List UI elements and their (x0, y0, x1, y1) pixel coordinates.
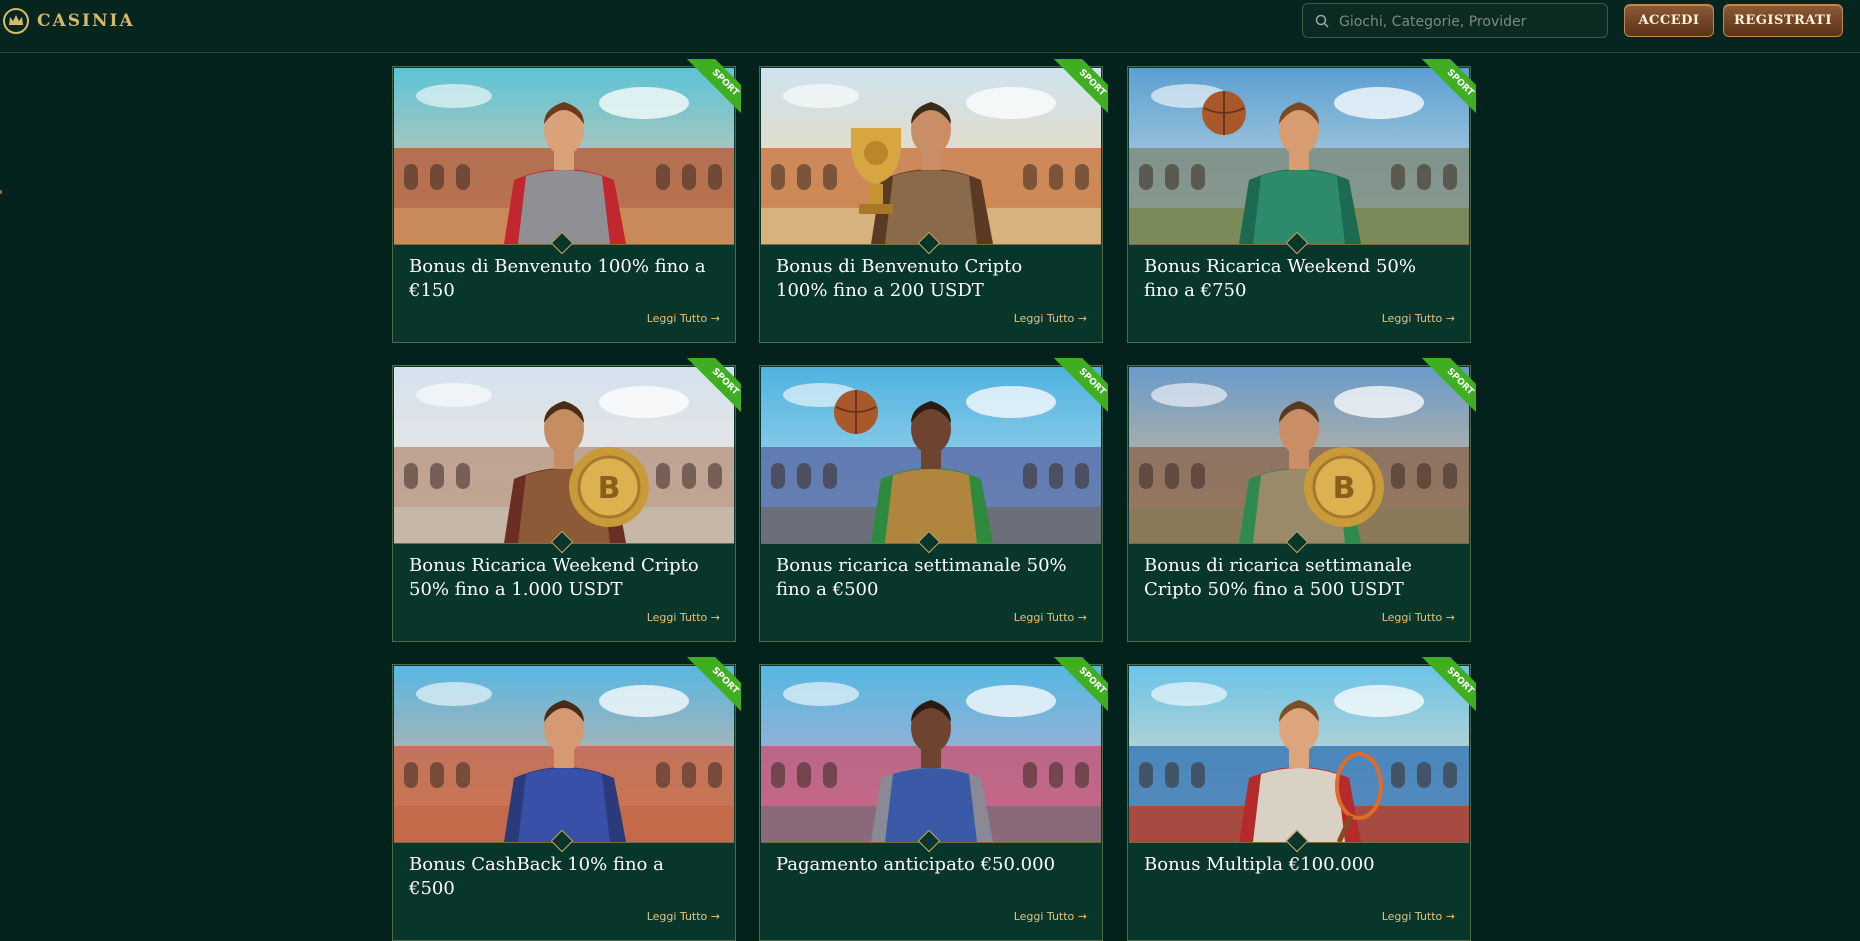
read-more-link[interactable]: Leggi Tutto → (647, 910, 720, 923)
logo-text: CASINIA (37, 11, 135, 31)
bonus-card[interactable]: SPORT Bonus di Benvenuto Cripto 100% fin… (759, 59, 1108, 343)
bonus-card-title: Bonus Ricarica Weekend Cripto 50% fino a… (409, 555, 699, 600)
bonus-card[interactable]: SPORT Bonus ricarica settimanale 50% fin… (759, 358, 1108, 642)
bonus-card[interactable]: SPORT Bonus di Benvenuto 100% fino a €15… (392, 59, 741, 343)
sport-badge-label: SPORT (1050, 59, 1108, 121)
search-input[interactable] (1337, 4, 1601, 39)
bonus-card-title: Bonus Ricarica Weekend 50% fino a €750 (1144, 256, 1416, 301)
sport-badge: SPORT (1414, 657, 1476, 719)
read-more-link[interactable]: Leggi Tutto → (1382, 611, 1455, 624)
read-more-link[interactable]: Leggi Tutto → (1014, 611, 1087, 624)
sport-badge: SPORT (1414, 59, 1476, 121)
bonus-card-title: Pagamento anticipato €50.000 (776, 854, 1056, 875)
read-more-link[interactable]: Leggi Tutto → (1014, 910, 1087, 923)
login-button[interactable]: ACCEDI (1624, 4, 1714, 37)
sport-badge: SPORT (1046, 358, 1108, 420)
bonus-card-title: Bonus ricarica settimanale 50% fino a €5… (776, 555, 1067, 600)
sport-badge: SPORT (679, 358, 741, 420)
bonus-card-title: Bonus Multipla €100.000 (1144, 854, 1375, 875)
bonus-card[interactable]: SPORT Bonus Ricarica Weekend 50% fino a … (1127, 59, 1476, 343)
bonus-card[interactable]: SPORT Pagamento anticipato €50.000 Leggi… (759, 657, 1108, 941)
sport-badge-label: SPORT (1418, 59, 1476, 121)
bonus-card-title: Bonus di ricarica settimanale Cripto 50%… (1144, 555, 1412, 600)
sport-badge-label: SPORT (1050, 358, 1108, 420)
svg-text:B: B (598, 471, 621, 506)
sidebar-edge (0, 190, 2, 194)
sport-badge: SPORT (1046, 59, 1108, 121)
svg-text:B: B (1333, 471, 1356, 506)
sport-badge-label: SPORT (683, 59, 741, 121)
read-more-link[interactable]: Leggi Tutto → (647, 611, 720, 624)
sport-badge-label: SPORT (683, 358, 741, 420)
bonus-card[interactable]: SPORT Bonus CashBack 10% fino a €500 Leg… (392, 657, 741, 941)
bonus-card-title: Bonus di Benvenuto 100% fino a €150 (409, 256, 706, 301)
read-more-link[interactable]: Leggi Tutto → (1382, 910, 1455, 923)
sport-badge: SPORT (679, 657, 741, 719)
crown-logo-icon (3, 8, 29, 34)
read-more-link[interactable]: Leggi Tutto → (647, 312, 720, 325)
bonus-card[interactable]: B SPORT Bonus di ricarica settimanale Cr… (1127, 358, 1476, 642)
casinia-logo[interactable]: CASINIA (2, 8, 135, 34)
sport-badge-label: SPORT (683, 657, 741, 719)
sport-badge: SPORT (1414, 358, 1476, 420)
sport-badge-label: SPORT (1418, 657, 1476, 719)
top-navigation-bar: CASINIA ACCEDI REGISTRATI (0, 0, 1860, 53)
bonus-card[interactable]: B SPORT Bonus Ricarica Weekend Cripto 50… (392, 358, 741, 642)
bonus-card-title: Bonus di Benvenuto Cripto 100% fino a 20… (776, 256, 1023, 301)
sport-badge: SPORT (679, 59, 741, 121)
search-box[interactable] (1302, 3, 1608, 39)
sport-badge: SPORT (1046, 657, 1108, 719)
read-more-link[interactable]: Leggi Tutto → (1382, 312, 1455, 325)
bonus-card[interactable]: SPORT Bonus Multipla €100.000 Leggi Tutt… (1127, 657, 1476, 941)
register-button[interactable]: REGISTRATI (1723, 4, 1843, 37)
sport-badge-label: SPORT (1050, 657, 1108, 719)
search-icon (1315, 14, 1329, 28)
bonus-card-title: Bonus CashBack 10% fino a €500 (409, 854, 664, 899)
sport-badge-label: SPORT (1418, 358, 1476, 420)
read-more-link[interactable]: Leggi Tutto → (1014, 312, 1087, 325)
